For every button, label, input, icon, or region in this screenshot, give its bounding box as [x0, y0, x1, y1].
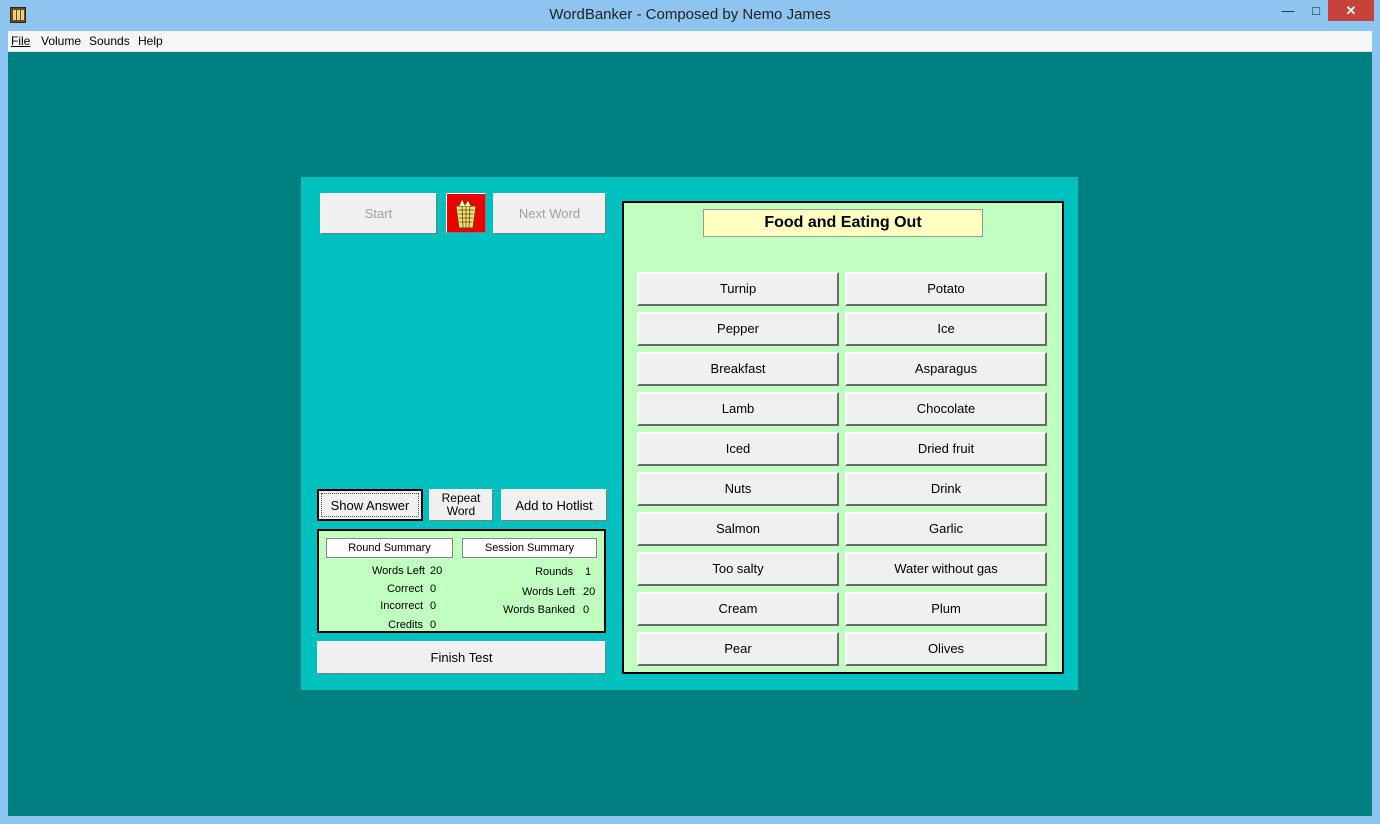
app-client-area: File Volume Sounds Help Start Next Word … — [8, 31, 1372, 816]
wastebasket-icon — [455, 198, 477, 229]
word-button[interactable]: Chocolate — [845, 392, 1047, 426]
word-button[interactable]: Too salty — [637, 552, 839, 586]
round-summary-header: Round Summary — [326, 538, 453, 558]
word-button[interactable]: Iced — [637, 432, 839, 466]
word-button[interactable]: Lamb — [637, 392, 839, 426]
summary-box: Round Summary Session Summary Words Left… — [317, 529, 606, 633]
round-words-left-value: 20 — [430, 565, 443, 577]
round-credits-value: 0 — [430, 619, 437, 631]
session-words-left-label: Words Left — [522, 586, 575, 598]
menu-sounds-label: Sounds — [89, 34, 130, 48]
word-button[interactable]: Asparagus — [845, 352, 1047, 386]
word-button[interactable]: Breakfast — [637, 352, 839, 386]
menu-help[interactable]: Help — [138, 34, 163, 48]
session-rounds-value: 1 — [585, 566, 592, 578]
show-answer-button[interactable]: Show Answer — [317, 489, 423, 521]
word-button[interactable]: Potato — [845, 272, 1047, 306]
next-word-button[interactable]: Next Word — [493, 193, 606, 234]
menu-sounds[interactable]: Sounds — [89, 34, 130, 48]
session-words-banked-value: 0 — [583, 604, 590, 616]
word-bank-area: Food and Eating Out Turnip Potato Pepper Ic… — [622, 201, 1064, 674]
start-button[interactable]: Start — [320, 193, 437, 234]
word-button[interactable]: Water without gas — [845, 552, 1047, 586]
menu-volume[interactable]: Volume — [41, 34, 81, 48]
repeat-word-button[interactable]: Repeat Word — [429, 489, 493, 521]
session-words-left-value: 20 — [583, 586, 596, 598]
word-button[interactable]: Ice — [845, 312, 1047, 346]
main-panel: Start Next Word Show Answer Repeat Word … — [301, 177, 1078, 690]
round-words-left-label: Words Left — [372, 565, 425, 577]
menu-help-label: Help — [138, 34, 163, 48]
round-credits-label: Credits — [388, 619, 423, 631]
category-title: Food and Eating Out — [703, 209, 983, 237]
menu-file-label: File — [11, 34, 31, 48]
session-words-banked-label: Words Banked — [503, 604, 575, 616]
session-rounds-label: Rounds — [535, 566, 573, 578]
word-button[interactable]: Drink — [845, 472, 1047, 506]
minimize-button[interactable]: — — [1274, 0, 1302, 21]
word-button[interactable]: Pepper — [637, 312, 839, 346]
bank-word-button[interactable] — [446, 193, 486, 233]
round-correct-value: 0 — [430, 583, 437, 595]
menu-file[interactable]: File — [11, 34, 30, 48]
word-button[interactable]: Olives — [845, 632, 1047, 666]
menu-bar: File Volume Sounds Help — [8, 31, 1372, 52]
session-summary-header: Session Summary — [462, 538, 597, 558]
word-button[interactable]: Pear — [637, 632, 839, 666]
window-title: WordBanker - Composed by Nemo James — [549, 6, 831, 23]
add-to-hotlist-button[interactable]: Add to Hotlist — [501, 489, 607, 521]
round-correct-label: Correct — [386, 583, 423, 595]
word-button[interactable]: Salmon — [637, 512, 839, 546]
word-button[interactable]: Cream — [637, 592, 839, 626]
word-button[interactable]: Turnip — [637, 272, 839, 306]
round-incorrect-label: Incorrect — [380, 600, 423, 612]
finish-test-button[interactable]: Finish Test — [317, 641, 606, 674]
word-button[interactable]: Plum — [845, 592, 1047, 626]
word-button[interactable]: Garlic — [845, 512, 1047, 546]
close-button[interactable]: ✕ — [1328, 0, 1374, 21]
maximize-button[interactable]: □ — [1302, 0, 1330, 21]
word-button[interactable]: Nuts — [637, 472, 839, 506]
word-button[interactable]: Dried fruit — [845, 432, 1047, 466]
menu-volume-label: Volume — [41, 34, 82, 48]
title-bar[interactable]: WordBanker - Composed by Nemo James — □ … — [0, 0, 1380, 31]
round-incorrect-value: 0 — [430, 600, 437, 612]
